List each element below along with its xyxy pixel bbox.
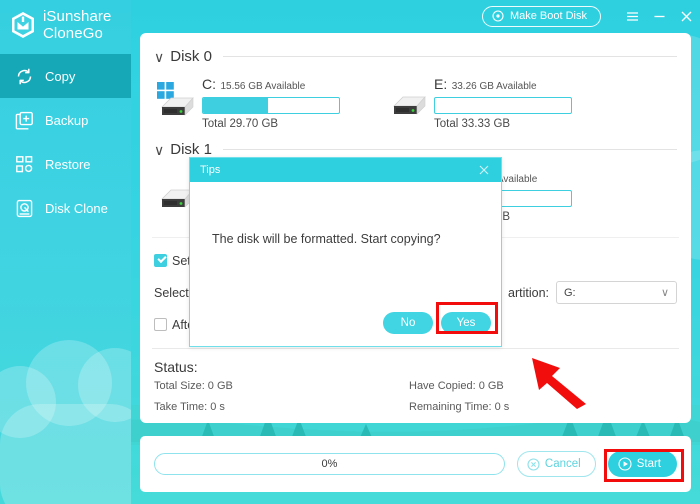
tips-dialog-titlebar: Tips: [190, 158, 501, 182]
chevron-down-icon[interactable]: ∨: [154, 143, 164, 157]
tips-dialog: Tips The disk will be formatted. Start c…: [189, 157, 502, 347]
status-grid: Total Size: 0 GB Have Copied: 0 GB Take …: [154, 380, 677, 413]
yes-button-wrapper: Yes: [441, 312, 491, 334]
status-total-size: Total Size: 0 GB: [154, 380, 233, 392]
partition-c-letter: C:: [202, 76, 216, 92]
disk-0-label: Disk 0: [170, 48, 212, 65]
brand-line-2: CloneGo: [43, 24, 103, 42]
sidebar-item-backup[interactable]: Backup: [0, 98, 131, 142]
hard-disk-icon: [14, 198, 34, 218]
cancel-label: Cancel: [544, 458, 581, 470]
play-circle-icon: [618, 457, 632, 471]
sidebar-nav: Copy Backup Restore Disk Clone: [0, 54, 131, 230]
sidebar-item-backup-label: Backup: [45, 112, 89, 128]
start-button-wrapper: Start: [607, 451, 677, 477]
partition-select[interactable]: G: ∨: [556, 281, 677, 304]
sidebar-item-restore-label: Restore: [45, 156, 91, 172]
hamburger-menu-icon[interactable]: [619, 3, 646, 29]
divider: [222, 56, 677, 57]
disc-icon: [492, 10, 504, 22]
status-have-copied: Have Copied: 0 GB: [409, 380, 504, 392]
sidebar: iSunshare CloneGo Copy Backup Restore Di…: [0, 0, 131, 504]
chevron-down-icon: ∨: [660, 287, 669, 299]
sidebar-item-copy-label: Copy: [45, 68, 76, 84]
sidebar-item-disk-clone-label: Disk Clone: [45, 200, 108, 216]
progress-text: 0%: [321, 458, 338, 470]
disk-1-label: Disk 1: [170, 141, 212, 158]
after-checkbox[interactable]: [154, 318, 167, 331]
partition-e-title: E: 33.26 GB Available: [434, 76, 572, 94]
yes-button[interactable]: Yes: [441, 312, 491, 334]
grid-blocks-icon: [14, 154, 34, 174]
application-window: iSunshare CloneGo Copy Backup Restore Di…: [0, 0, 700, 504]
refresh-circle-icon: [14, 66, 34, 86]
close-icon[interactable]: [475, 161, 493, 179]
partition-select-value: G:: [564, 286, 576, 299]
partition-e-letter: E:: [434, 76, 448, 92]
start-button[interactable]: Start: [607, 451, 677, 477]
progress-bar: 0%: [154, 453, 505, 475]
brand-line-1: iSunshare: [43, 8, 112, 25]
brand-text: iSunshare CloneGo: [43, 8, 112, 42]
minimize-icon[interactable]: [646, 3, 673, 29]
no-button[interactable]: No: [383, 312, 433, 334]
hard-drive-icon: [393, 96, 426, 115]
partition-select-label: artition:: [508, 285, 549, 300]
cancel-button[interactable]: Cancel: [516, 451, 596, 477]
partition-c[interactable]: C: 15.56 GB Available Total 29.70 GB: [154, 73, 340, 130]
status-remaining-time: Remaining Time: 0 s: [409, 401, 510, 413]
tips-dialog-buttons: No Yes: [383, 312, 491, 334]
partition-c-info: C: 15.56 GB Available Total 29.70 GB: [202, 73, 340, 130]
status-section: Status: Total Size: 0 GB Have Copied: 0 …: [152, 348, 679, 413]
set-target-checkbox[interactable]: [154, 254, 167, 267]
partition-c-usage-bar: [202, 97, 340, 114]
partition-c-title: C: 15.56 GB Available: [202, 76, 340, 94]
title-bar: Make Boot Disk: [131, 0, 700, 32]
shield-hex-icon: [12, 12, 34, 38]
status-title: Status:: [154, 359, 198, 375]
sidebar-cloud-4: [0, 404, 131, 504]
close-icon[interactable]: [673, 3, 700, 29]
tips-dialog-title: Tips: [200, 164, 221, 176]
sidebar-item-copy[interactable]: Copy: [0, 54, 131, 98]
partition-c-available: 15.56 GB Available: [220, 81, 306, 92]
tips-dialog-message: The disk will be formatted. Start copyin…: [212, 232, 441, 246]
hard-drive-windows-icon: [157, 82, 194, 116]
partition-e-available: 33.26 GB Available: [451, 81, 537, 92]
make-boot-disk-label: Make Boot Disk: [509, 10, 587, 22]
window-controls: [619, 3, 700, 29]
make-boot-disk-button[interactable]: Make Boot Disk: [481, 5, 601, 27]
partition-c-usage-fill: [203, 98, 269, 113]
partition-e-total: Total 33.33 GB: [434, 118, 511, 130]
disk-0-partitions: C: 15.56 GB Available Total 29.70 GB E: …: [140, 69, 691, 130]
plus-square-icon: [14, 110, 34, 130]
sidebar-item-disk-clone[interactable]: Disk Clone: [0, 186, 131, 230]
brand: iSunshare CloneGo: [0, 0, 131, 52]
partition-e-usage-bar: [434, 97, 572, 114]
partition-c-total: Total 29.70 GB: [202, 118, 279, 130]
partition-e-info: E: 33.26 GB Available Total 33.33 GB: [434, 73, 572, 130]
sidebar-item-restore[interactable]: Restore: [0, 142, 131, 186]
disk-0-header[interactable]: ∨ Disk 0: [140, 44, 691, 69]
start-label: Start: [636, 458, 661, 470]
divider: [222, 149, 677, 150]
status-take-time: Take Time: 0 s: [154, 401, 225, 413]
partition-e[interactable]: E: 33.26 GB Available Total 33.33 GB: [386, 73, 572, 130]
bottom-action-bar: 0% Cancel Start: [140, 436, 691, 492]
chevron-down-icon[interactable]: ∨: [154, 50, 164, 64]
cancel-circle-icon: [527, 457, 540, 471]
